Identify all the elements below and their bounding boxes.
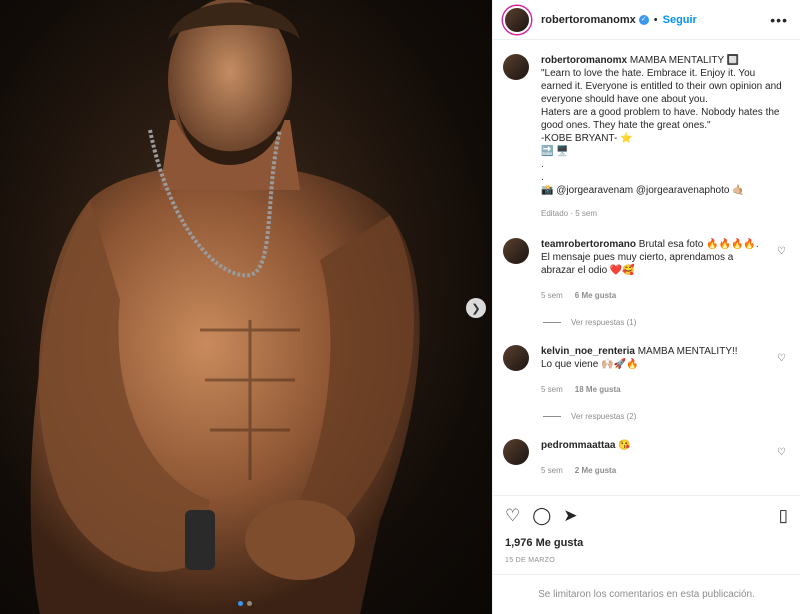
avatar[interactable] — [503, 238, 529, 264]
comment-time: 5 sem — [541, 385, 563, 394]
heart-icon[interactable]: ♡ — [777, 447, 786, 458]
chevron-right-icon: ❯ — [471, 302, 481, 315]
comment-likes[interactable]: 6 Me gusta — [575, 291, 616, 300]
comment-username[interactable]: pedrommaattaa — [541, 440, 615, 451]
avatar[interactable] — [503, 439, 529, 465]
share-paper-plane-icon[interactable]: ➤ — [563, 506, 577, 526]
caption: robertoromanomx MAMBA MENTALITY 🔲 "Learn… — [503, 54, 788, 220]
post-photo[interactable]: ❯ — [0, 0, 492, 614]
avatar[interactable] — [503, 54, 529, 80]
comment: pedrommaattaa 😘 5 sem 2 Me gusta ♡ — [503, 439, 788, 477]
comment-bubble-icon[interactable]: ◯ — [532, 506, 551, 526]
comment-likes[interactable]: 18 Me gusta — [575, 385, 621, 394]
instagram-post: ❯ robertoromanomx ✓ • Seguir ••• roberto… — [0, 0, 800, 614]
comments-section[interactable]: robertoromanomx MAMBA MENTALITY 🔲 "Learn… — [493, 40, 800, 495]
save-bookmark-icon[interactable]: ▯ — [779, 506, 788, 526]
comment-likes[interactable]: 2 Me gusta — [575, 466, 616, 475]
comment-text: 😘 — [618, 440, 631, 451]
comment-time: 5 sem — [541, 291, 563, 300]
heart-icon[interactable]: ♡ — [777, 353, 786, 364]
shirtless-man-photo — [30, 0, 420, 614]
verified-badge-icon: ✓ — [638, 14, 649, 25]
carousel-indicator — [238, 601, 252, 606]
comment: teamrobertoromano Brutal esa foto 🔥🔥🔥🔥. … — [503, 238, 788, 302]
carousel-dot — [238, 601, 243, 606]
like-heart-icon[interactable]: ♡ — [505, 506, 520, 526]
comments-limited-notice: Se limitaron los comentarios en esta pub… — [493, 574, 800, 614]
post-header: robertoromanomx ✓ • Seguir ••• — [493, 0, 800, 40]
follow-button[interactable]: Seguir — [663, 14, 697, 26]
avatar[interactable] — [503, 345, 529, 371]
caption-meta: Editado · 5 sem — [541, 209, 598, 218]
separator-dot: • — [653, 13, 658, 26]
carousel-dot — [247, 601, 252, 606]
caption-username[interactable]: robertoromanomx — [541, 55, 627, 66]
comment: kelvin_noe_renteria MAMBA MENTALITY!! Lo… — [503, 345, 788, 396]
post-sidebar: robertoromanomx ✓ • Seguir ••• robertoro… — [492, 0, 800, 614]
view-replies-button[interactable]: Ver respuestas (2) — [543, 412, 788, 421]
post-date: 15 DE MARZO — [505, 557, 555, 564]
action-bar: ♡ ◯ ➤ ▯ — [493, 495, 800, 535]
comment-username[interactable]: kelvin_noe_renteria — [541, 346, 635, 357]
header-username[interactable]: robertoromanomx — [541, 14, 636, 26]
next-photo-button[interactable]: ❯ — [466, 298, 486, 318]
comment-username[interactable]: teamrobertoromano — [541, 239, 636, 250]
view-replies-button[interactable]: Ver respuestas (1) — [543, 318, 788, 327]
more-options-icon[interactable]: ••• — [770, 12, 788, 28]
caption-text: MAMBA MENTALITY 🔲 "Learn to love the hat… — [541, 55, 782, 196]
comment-time: 5 sem — [541, 466, 563, 475]
heart-icon[interactable]: ♡ — [777, 246, 786, 257]
likes-count[interactable]: 1,976 Me gusta — [493, 535, 800, 549]
avatar[interactable] — [503, 5, 531, 34]
